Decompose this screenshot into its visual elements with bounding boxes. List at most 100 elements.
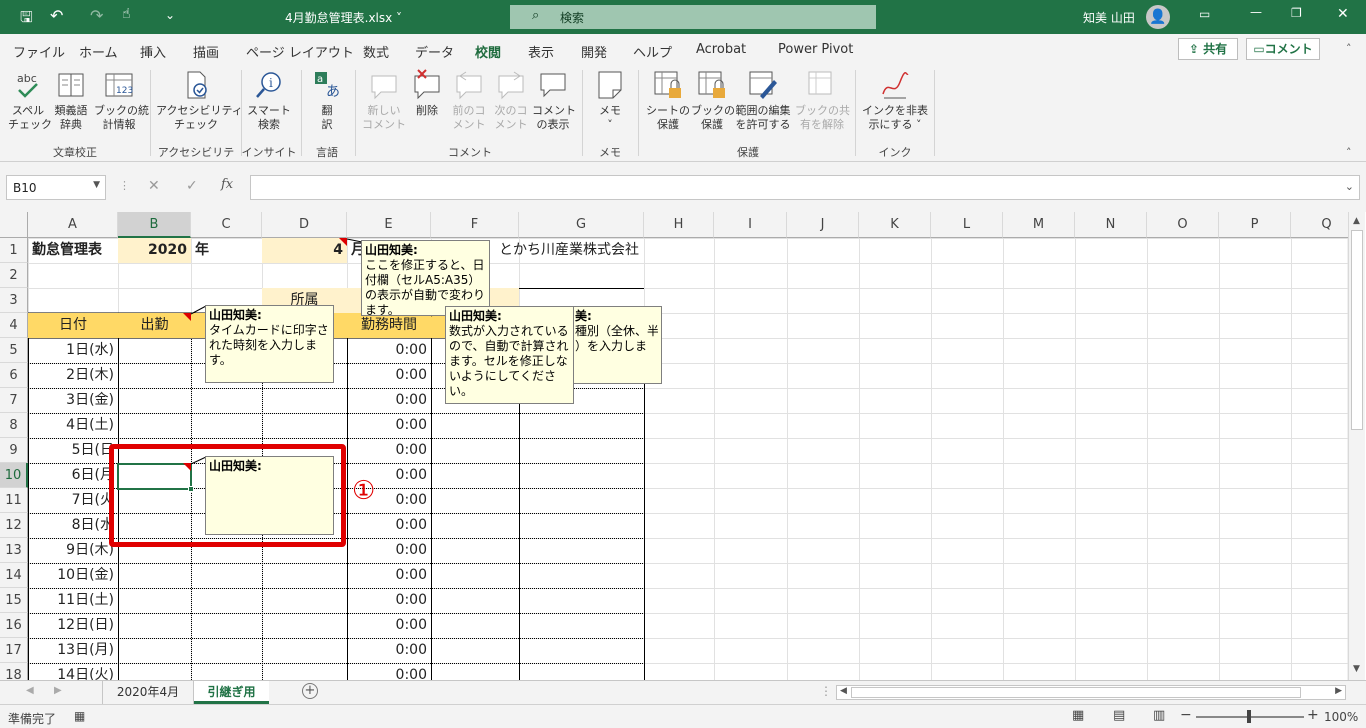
accessibility-check-button[interactable]: アクセシビリティ チェック bbox=[156, 68, 243, 132]
close-icon[interactable]: ✕ bbox=[1337, 6, 1349, 22]
minimize-icon[interactable]: — bbox=[1250, 5, 1262, 19]
column-header-j[interactable]: J bbox=[787, 212, 859, 238]
zoom-slider-thumb[interactable] bbox=[1247, 710, 1251, 723]
customize-qat-icon[interactable]: ⌄ bbox=[165, 8, 175, 22]
row-header-12[interactable]: 12 bbox=[0, 513, 28, 538]
name-box[interactable]: B10 ▼ bbox=[6, 175, 106, 200]
notes-button[interactable]: メモ ˅ bbox=[590, 68, 630, 132]
save-icon[interactable]: 🖫 bbox=[20, 7, 33, 32]
comment-month[interactable]: 山田知美: ここを修正すると、日付欄（セルA5:A35）の表示が自動で変わります… bbox=[361, 240, 490, 317]
tab-insert[interactable]: 挿入 bbox=[140, 42, 166, 61]
tab-data[interactable]: データ bbox=[415, 42, 454, 61]
work-hours-cell[interactable]: 0:00 bbox=[347, 563, 431, 588]
date-cell[interactable]: 10日(金) bbox=[28, 563, 118, 588]
tab-view[interactable]: 表示 bbox=[528, 42, 554, 61]
tab-page-layout[interactable]: ページ レイアウト bbox=[246, 42, 354, 61]
vertical-scrollbar[interactable]: ▲ ▼ bbox=[1348, 212, 1365, 680]
row-header-14[interactable]: 14 bbox=[0, 563, 28, 588]
sheet-tab-april[interactable]: 2020年4月 bbox=[102, 681, 194, 704]
column-header-o[interactable]: O bbox=[1147, 212, 1219, 238]
add-sheet-icon[interactable]: + bbox=[302, 683, 318, 699]
macro-record-icon[interactable]: ▦ bbox=[74, 709, 85, 723]
scrollbar-thumb[interactable] bbox=[851, 687, 1301, 698]
hide-ink-button[interactable]: インクを非表 示にする ˅ bbox=[860, 68, 930, 132]
work-hours-cell[interactable]: 0:00 bbox=[347, 663, 431, 680]
search-box[interactable]: ⌕ 検索 bbox=[510, 5, 876, 29]
insert-function-icon[interactable]: fx bbox=[221, 177, 233, 192]
column-header-m[interactable]: M bbox=[1003, 212, 1075, 238]
scroll-right-icon[interactable]: ▶ bbox=[1335, 686, 1342, 696]
date-cell[interactable]: 14日(火) bbox=[28, 663, 118, 680]
scroll-down-icon[interactable]: ▼ bbox=[1353, 664, 1360, 674]
zoom-in-icon[interactable]: + bbox=[1307, 707, 1319, 723]
date-cell[interactable]: 13日(月) bbox=[28, 638, 118, 663]
thesaurus-button[interactable]: 類義語 辞典 bbox=[50, 68, 92, 132]
work-hours-cell[interactable]: 0:00 bbox=[347, 513, 431, 538]
tab-file[interactable]: ファイル bbox=[13, 42, 65, 61]
tab-power-pivot[interactable]: Power Pivot bbox=[778, 42, 853, 57]
page-layout-view-icon[interactable]: ▤ bbox=[1113, 708, 1125, 723]
row-header-18[interactable]: 18 bbox=[0, 663, 28, 680]
work-hours-cell[interactable]: 0:00 bbox=[347, 588, 431, 613]
date-cell[interactable]: 9日(木) bbox=[28, 538, 118, 563]
undo-icon[interactable]: ↶ bbox=[50, 6, 63, 25]
scroll-first-sheet-icon[interactable]: ◀ bbox=[26, 685, 34, 696]
tab-review[interactable]: 校閲 bbox=[475, 42, 502, 69]
tab-acrobat[interactable]: Acrobat bbox=[696, 42, 746, 57]
tab-draw[interactable]: 描画 bbox=[193, 42, 219, 61]
ribbon-display-icon[interactable]: ▭ bbox=[1199, 7, 1210, 21]
allow-edit-ranges-button[interactable]: 範囲の編集 を許可する bbox=[733, 68, 793, 132]
horizontal-scrollbar[interactable]: ◀ ▶ bbox=[836, 685, 1346, 700]
worksheet-grid[interactable]: ABCDEFGHIJKLMNOPQ 1 2 3 4 5 6 7 8 9 10 11 12 13 14 15 1… bbox=[0, 212, 1366, 680]
protect-workbook-button[interactable]: ブックの 保護 bbox=[691, 68, 735, 132]
sheet-tab-handover[interactable]: 引継ぎ用 bbox=[194, 681, 269, 704]
scroll-left-icon[interactable]: ◀ bbox=[840, 686, 847, 696]
scroll-up-icon[interactable]: ▲ bbox=[1353, 216, 1360, 226]
column-header-n[interactable]: N bbox=[1075, 212, 1147, 238]
tab-home[interactable]: ホーム bbox=[79, 42, 118, 61]
work-hours-cell[interactable]: 0:00 bbox=[347, 638, 431, 663]
chevron-up-icon[interactable]: ˄ bbox=[1346, 42, 1352, 55]
tab-help[interactable]: ヘルプ bbox=[633, 42, 672, 61]
protect-sheet-button[interactable]: シートの 保護 bbox=[645, 68, 691, 132]
scrollbar-thumb[interactable] bbox=[1351, 230, 1363, 430]
tab-developer[interactable]: 開発 bbox=[581, 42, 607, 61]
comment-clock-in[interactable]: 山田知美: タイムカードに印字された時刻を入力します。 bbox=[205, 305, 334, 383]
scroll-next-sheet-icon[interactable]: ▶ bbox=[54, 685, 62, 696]
smart-lookup-button[interactable]: i スマート 検索 bbox=[246, 68, 292, 132]
normal-view-icon[interactable]: ▦ bbox=[1072, 708, 1084, 723]
workbook-stats-button[interactable]: 123 ブックの統 計情報 bbox=[94, 68, 149, 132]
collapse-ribbon-icon[interactable]: ˄ bbox=[1346, 146, 1352, 159]
restore-icon[interactable]: ❐ bbox=[1291, 6, 1302, 20]
row-header-15[interactable]: 15 bbox=[0, 588, 28, 613]
translate-button[interactable]: aあ 翻 訳 bbox=[305, 68, 349, 132]
column-header-l[interactable]: L bbox=[931, 212, 1003, 238]
show-comments-button[interactable]: コメント の表示 bbox=[532, 68, 576, 132]
user-name[interactable]: 知美 山田 bbox=[1083, 9, 1135, 26]
row-header-16[interactable]: 16 bbox=[0, 613, 28, 638]
avatar[interactable]: 👤 bbox=[1146, 5, 1170, 29]
spelling-button[interactable]: abc スペル チェック bbox=[8, 68, 52, 132]
zoom-out-icon[interactable]: − bbox=[1180, 707, 1192, 723]
column-header-p[interactable]: P bbox=[1219, 212, 1291, 238]
row-header-13[interactable]: 13 bbox=[0, 538, 28, 563]
formula-input[interactable]: ⌄ bbox=[250, 175, 1360, 200]
page-break-view-icon[interactable]: ▥ bbox=[1153, 708, 1165, 723]
zoom-level[interactable]: 100% bbox=[1324, 710, 1358, 724]
expand-formula-icon[interactable]: ⌄ bbox=[1345, 180, 1354, 193]
row-header-17[interactable]: 17 bbox=[0, 638, 28, 663]
share-button[interactable]: ⇪ 共有 bbox=[1178, 38, 1238, 60]
comments-button[interactable]: ▭コメント bbox=[1246, 38, 1320, 60]
date-cell[interactable]: 12日(日) bbox=[28, 613, 118, 638]
column-header-k[interactable]: K bbox=[859, 212, 931, 238]
date-cell[interactable]: 8日(水 bbox=[28, 513, 118, 538]
touch-mode-icon[interactable]: ☝ bbox=[122, 6, 131, 22]
date-cell[interactable]: 11日(土) bbox=[28, 588, 118, 613]
work-hours-cell[interactable]: 0:00 bbox=[347, 613, 431, 638]
delete-comment-button[interactable]: 削除 bbox=[406, 68, 448, 118]
column-header-i[interactable]: I bbox=[714, 212, 787, 238]
chevron-down-icon[interactable]: ▼ bbox=[93, 180, 100, 190]
work-hours-cell[interactable]: 0:00 bbox=[347, 538, 431, 563]
comment-work-hours[interactable]: 山田知美: 数式が入力されているので、自動で計算されます。セルを修正しないように… bbox=[445, 306, 574, 404]
tab-formulas[interactable]: 数式 bbox=[363, 42, 389, 61]
